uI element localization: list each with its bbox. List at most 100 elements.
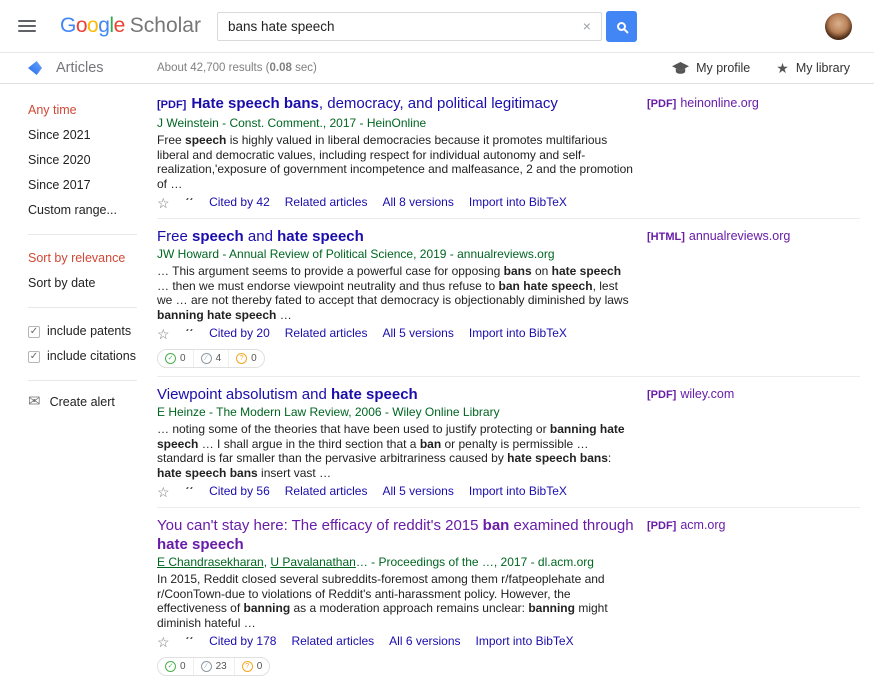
toggle-include-patents[interactable]: ✓ include patents (28, 319, 157, 344)
author-link[interactable]: U Pavalanathan (270, 555, 355, 569)
text-segment: Free (157, 133, 185, 147)
create-alert-link[interactable]: ✉ Create alert (28, 394, 157, 409)
cited-by-link[interactable]: Cited by 42 (209, 195, 270, 210)
checkbox-icon[interactable]: ✓ (28, 326, 40, 338)
content-area: Any timeSince 2021Since 2020Since 2017Cu… (0, 84, 874, 684)
sort-option-sort-by-relevance[interactable]: Sort by relevance (28, 246, 157, 271)
result-snippet: … noting some of the theories that have … (157, 422, 635, 480)
contrasting-count: 0 (257, 661, 263, 672)
results-toolbar: Articles About 42,700 results (0.08 sec)… (0, 53, 874, 84)
toggle-label: include citations (47, 344, 136, 369)
text-segment: … then we must endorse viewpoint neutral… (157, 279, 499, 293)
my-library-link[interactable]: ★ My library (776, 61, 850, 75)
versions-link[interactable]: All 5 versions (382, 484, 453, 499)
text-segment: hate speech (277, 228, 364, 245)
my-profile-link[interactable]: My profile (672, 61, 750, 75)
text-segment: ban hate speech (499, 279, 593, 293)
author-link[interactable]: E Chandrasekharan (157, 555, 264, 569)
cited-by-link[interactable]: Cited by 56 (209, 484, 270, 499)
cite-icon[interactable]: ” (185, 487, 195, 497)
text-segment: Free (157, 228, 192, 245)
sidebar-divider (28, 307, 137, 308)
fulltext-link[interactable]: [PDF]heinonline.org (647, 96, 759, 110)
save-star-icon[interactable]: ☆ (157, 485, 170, 499)
envelope-icon: ✉ (28, 394, 41, 409)
scholar-logo[interactable]: GoogleScholar (60, 14, 201, 38)
mentioning-icon: ∕ (201, 661, 212, 672)
related-articles-link[interactable]: Related articles (285, 484, 368, 499)
related-articles-link[interactable]: Related articles (285, 195, 368, 210)
cite-icon[interactable]: ” (185, 329, 195, 339)
text-segment: is highly valued in liberal democracies … (157, 133, 633, 191)
import-bibtex-link[interactable]: Import into BibTeX (469, 326, 567, 341)
import-bibtex-link[interactable]: Import into BibTeX (469, 484, 567, 499)
articles-gem-icon[interactable] (28, 61, 42, 75)
logo-letter: o (76, 14, 87, 37)
text-segment: You can't stay here: The efficacy of red… (157, 517, 483, 534)
fulltext-link[interactable]: [HTML]annualreviews.org (647, 229, 790, 243)
result-side: [PDF]wiley.com (647, 385, 860, 401)
versions-link[interactable]: All 6 versions (389, 634, 460, 649)
search-input[interactable] (217, 12, 602, 41)
date-filter-since-2020[interactable]: Since 2020 (28, 148, 157, 173)
scite-badge[interactable]: ✓0∕4?0 (157, 349, 265, 368)
menu-icon[interactable] (18, 17, 36, 35)
cited-by-link[interactable]: Cited by 178 (209, 634, 276, 649)
result-title-link[interactable]: Viewpoint absolutism and hate speech (157, 385, 635, 404)
date-filter-since-2021[interactable]: Since 2021 (28, 123, 157, 148)
file-type-tag: [PDF] (157, 99, 186, 111)
save-star-icon[interactable]: ☆ (157, 327, 170, 341)
result-title-link[interactable]: You can't stay here: The efficacy of red… (157, 516, 635, 554)
sort-option-sort-by-date[interactable]: Sort by date (28, 271, 157, 296)
fulltext-type-tag: [HTML] (647, 231, 685, 243)
text-segment: hate speech (157, 536, 244, 553)
result-title-link[interactable]: [PDF]Hate speech bans, democracy, and po… (157, 94, 635, 115)
supporting-count: 0 (180, 353, 186, 364)
text-segment: … (276, 308, 291, 322)
result-snippet: … This argument seems to provide a power… (157, 264, 635, 322)
sort-option-list: Sort by relevanceSort by date (28, 246, 157, 296)
avatar[interactable] (825, 13, 852, 40)
related-articles-link[interactable]: Related articles (285, 326, 368, 341)
result-side: [PDF]heinonline.org (647, 94, 860, 110)
toggle-include-citations[interactable]: ✓ include citations (28, 344, 157, 369)
text-segment: bans (504, 264, 532, 278)
save-star-icon[interactable]: ☆ (157, 635, 170, 649)
import-bibtex-link[interactable]: Import into BibTeX (476, 634, 574, 649)
text-segment: insert vast … (258, 466, 331, 480)
clear-search-icon[interactable]: × (583, 19, 591, 33)
date-filter-since-2017[interactable]: Since 2017 (28, 173, 157, 198)
scite-badge[interactable]: ✓0∕23?0 (157, 657, 270, 676)
result-side: [PDF]acm.org (647, 516, 860, 532)
import-bibtex-link[interactable]: Import into BibTeX (469, 195, 567, 210)
supporting-icon: ✓ (165, 661, 176, 672)
search-button[interactable] (606, 11, 637, 42)
text-segment: Hate speech bans (191, 95, 319, 112)
versions-link[interactable]: All 8 versions (382, 195, 453, 210)
toggle-label: include patents (47, 319, 131, 344)
result-byline: E Chandrasekharan, U Pavalanathan… - Pro… (157, 555, 635, 570)
cite-icon[interactable]: ” (185, 198, 195, 208)
search-bar: × (217, 11, 637, 42)
cite-icon[interactable]: ” (185, 637, 195, 647)
text-segment: on (532, 264, 552, 278)
result-title-link[interactable]: Free speech and hate speech (157, 227, 635, 246)
date-filter-any-time[interactable]: Any time (28, 98, 157, 123)
result-main: [PDF]Hate speech bans, democracy, and po… (157, 94, 647, 210)
logo-letter: G (60, 14, 76, 37)
sidebar: Any timeSince 2021Since 2020Since 2017Cu… (0, 84, 157, 684)
checkbox-icon[interactable]: ✓ (28, 351, 40, 363)
save-star-icon[interactable]: ☆ (157, 196, 170, 210)
fulltext-link[interactable]: [PDF]wiley.com (647, 387, 734, 401)
result-row: Viewpoint absolutism and hate speechE He… (157, 377, 860, 508)
versions-link[interactable]: All 5 versions (382, 326, 453, 341)
google-logo-text: Google (60, 14, 125, 37)
result-actions: ☆ ” Cited by 20 Related articles All 5 versi… (157, 326, 635, 341)
fulltext-link[interactable]: [PDF]acm.org (647, 518, 725, 532)
top-bar: GoogleScholar × (0, 0, 874, 53)
cited-by-link[interactable]: Cited by 20 (209, 326, 270, 341)
date-filter-custom-range-[interactable]: Custom range... (28, 198, 157, 223)
text-segment: speech (192, 228, 244, 245)
related-articles-link[interactable]: Related articles (291, 634, 374, 649)
supporting-icon: ✓ (165, 353, 176, 364)
